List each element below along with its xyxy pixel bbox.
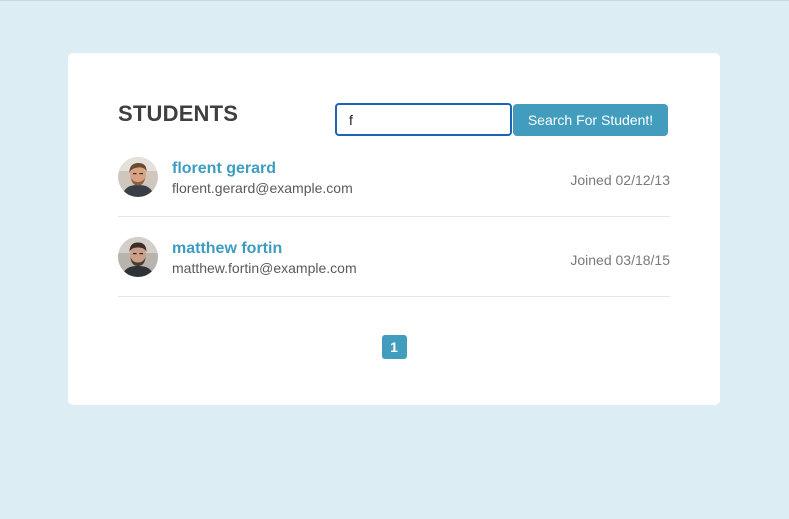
page-title: STUDENTS [118, 101, 239, 126]
avatar-photo-icon [118, 237, 158, 277]
list-item: florent gerard florent.gerard@example.co… [118, 137, 670, 217]
students-card: STUDENTS Search For Student! florent g [68, 53, 720, 405]
card-header: STUDENTS Search For Student! [118, 103, 670, 137]
student-email: florent.gerard@example.com [172, 180, 353, 196]
pagination: 1 [68, 335, 720, 359]
page-button-1[interactable]: 1 [381, 335, 407, 359]
search-input[interactable] [335, 103, 512, 136]
student-list: florent gerard florent.gerard@example.co… [118, 137, 670, 297]
avatar [118, 157, 158, 197]
student-email: matthew.fortin@example.com [172, 260, 357, 276]
student-name-link[interactable]: matthew fortin [172, 240, 282, 258]
joined-date: Joined 02/12/13 [570, 172, 670, 188]
search-button[interactable]: Search For Student! [513, 103, 668, 136]
avatar-photo-icon [118, 157, 158, 197]
student-name-link[interactable]: florent gerard [172, 160, 276, 178]
list-item: matthew fortin matthew.fortin@example.co… [118, 217, 670, 297]
search-form: Search For Student! [335, 103, 668, 136]
avatar [118, 237, 158, 277]
joined-date: Joined 03/18/15 [570, 252, 670, 268]
